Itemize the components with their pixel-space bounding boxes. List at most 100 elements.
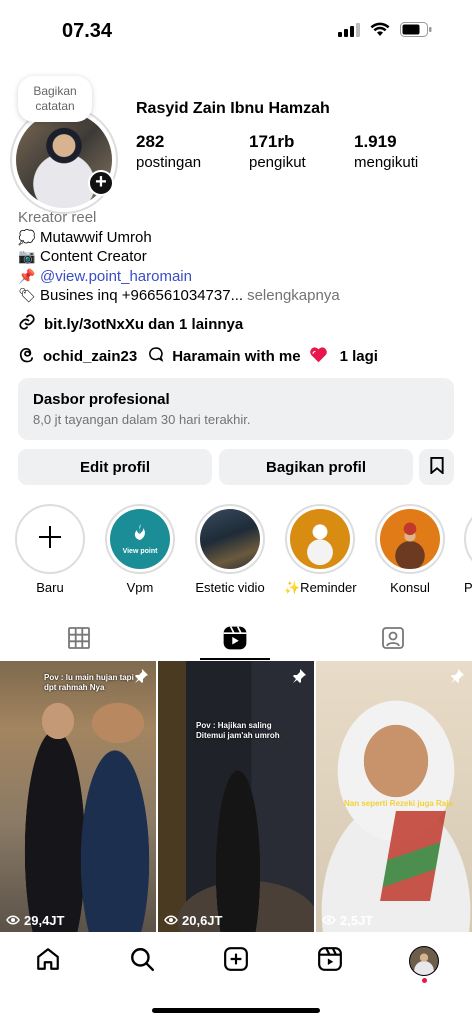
stat-label: postingan <box>136 154 202 171</box>
bio-line: 📌 @view.point_haromain <box>18 267 458 287</box>
heart-icon <box>309 346 328 367</box>
search-icon <box>129 946 155 977</box>
saved-button[interactable] <box>419 449 454 485</box>
highlight-ring: View point <box>105 504 175 574</box>
profile-name: Rasyid Zain Ibnu Hamzah <box>136 100 330 117</box>
nav-profile[interactable] <box>404 944 444 978</box>
highlight-label: ✨Reminder <box>284 580 357 595</box>
bio: Kreator reel 💭 Mutawwif Umroh 📷 Content … <box>18 208 458 306</box>
eye-icon <box>6 913 20 928</box>
post-caption: Nan seperti Rezeki juga Raja <box>344 799 453 808</box>
highlight-label: Baru <box>36 580 64 595</box>
external-link[interactable]: bit.ly/3otNxXu dan 1 lainnya <box>18 313 243 335</box>
pin-icon <box>134 669 148 688</box>
tagged-icon <box>381 626 405 655</box>
post-caption: Pov : lu main hujan tapi dpt rahmah Nya <box>44 673 134 692</box>
status-time: 07.34 <box>62 20 113 42</box>
highlight-label: Po <box>464 580 472 595</box>
bio-category: Kreator reel <box>18 209 97 226</box>
nav-search[interactable] <box>122 944 162 978</box>
profile-avatar[interactable] <box>10 106 118 214</box>
highlight-reminder[interactable]: ✨Reminder <box>284 504 357 596</box>
link-icon <box>18 313 36 335</box>
threads-icon <box>18 346 35 367</box>
bio-line: 📷 Content Creator <box>18 247 458 267</box>
highlight-ring <box>195 504 265 574</box>
highlight-konsul[interactable]: Konsul <box>374 504 446 595</box>
highlight-cover <box>290 509 350 569</box>
bio-text: Mutawwif Umroh <box>40 228 152 246</box>
nav-create[interactable] <box>216 944 256 978</box>
plus-icon <box>37 524 63 555</box>
post-caption: Pov : Hajikan saling Ditemui jam'ah umro… <box>196 721 280 740</box>
tab-grid[interactable] <box>44 622 114 658</box>
stat-value: 171rb <box>249 132 295 151</box>
highlight-label: Estetic vidio <box>195 580 265 595</box>
camera-icon: 📷 <box>18 248 36 264</box>
reels-icon <box>222 625 248 656</box>
highlight-vpm[interactable]: View point Vpm <box>104 504 176 595</box>
pushpin-icon: 📌 <box>18 267 36 284</box>
post-tile[interactable]: Nan seperti Rezeki juga Raja 2,5JT <box>316 661 472 932</box>
stat-value: 1.919 <box>354 132 397 151</box>
bio-text: Busines inq +966561034737... <box>40 287 244 304</box>
edit-profile-button[interactable]: Edit profil <box>18 449 212 485</box>
highlight-ring <box>375 504 445 574</box>
nav-home[interactable] <box>28 944 68 978</box>
eye-icon <box>164 913 178 928</box>
profile-avatar-small <box>409 946 439 976</box>
tab-tagged[interactable] <box>358 622 428 658</box>
view-count: 20,6JT <box>164 913 222 928</box>
link-text: bit.ly/3otNxXu dan 1 lainnya <box>44 315 244 333</box>
grid-icon <box>68 626 90 654</box>
pin-icon <box>450 669 464 688</box>
bio-line: 💭 Mutawwif Umroh <box>18 228 458 248</box>
stat-posts[interactable]: 282 postingan <box>136 132 201 171</box>
nav-reels[interactable] <box>310 944 350 978</box>
highlight-estetic[interactable]: Estetic vidio <box>194 504 266 595</box>
highlight-partial[interactable]: Po <box>464 504 472 595</box>
label-icon: 🏷 <box>18 287 36 303</box>
see-more-link[interactable]: selengkapnya <box>247 286 340 306</box>
professional-dashboard[interactable]: Dasbor profesional 8,0 jt tayangan dalam… <box>18 378 454 440</box>
tab-reels[interactable] <box>200 622 270 658</box>
highlight-label: Vpm <box>126 580 154 595</box>
create-icon <box>223 946 249 977</box>
threads-handle[interactable]: ochid_zain23 <box>43 348 137 365</box>
community-more[interactable]: 1 lagi <box>340 348 378 365</box>
view-count: 29,4JT <box>6 913 64 928</box>
bio-line: 🏷 Busines inq +966561034737... selengkap… <box>18 286 458 306</box>
post-tile[interactable]: Pov : Hajikan saling Ditemui jam'ah umro… <box>158 661 314 932</box>
highlight-cover: View point <box>110 509 170 569</box>
add-story-button[interactable]: + <box>88 170 114 196</box>
highlight-ring <box>15 504 85 574</box>
community-name[interactable]: Haramain with me <box>172 348 300 365</box>
cover-text: View point <box>122 548 158 555</box>
community-icon <box>147 346 164 367</box>
mention-link[interactable]: @view.point_haromain <box>40 267 192 287</box>
post-thumbnail <box>158 661 314 932</box>
bio-text: Content Creator <box>40 248 147 265</box>
highlight-label: Konsul <box>390 580 430 595</box>
home-indicator <box>152 1008 320 1013</box>
wifi-icon <box>370 22 390 42</box>
home-icon <box>35 946 61 977</box>
highlight-ring <box>464 504 472 574</box>
active-tab-indicator <box>200 658 270 660</box>
share-profile-button[interactable]: Bagikan profil <box>219 449 413 485</box>
stat-followers[interactable]: 171rb pengikut <box>249 132 306 171</box>
threads-row: ochid_zain23 Haramain with me 1 lagi <box>18 346 378 367</box>
note-bubble[interactable]: Bagikan catatan <box>18 76 92 122</box>
bookmark-icon <box>429 456 444 478</box>
highlight-cover <box>380 509 440 569</box>
notification-dot <box>422 978 427 983</box>
post-tile[interactable]: Pov : lu main hujan tapi dpt rahmah Nya … <box>0 661 156 932</box>
stat-value: 282 <box>136 132 165 151</box>
view-count-text: 2,5JT <box>340 913 374 928</box>
post-thumbnail <box>0 661 156 932</box>
dashboard-subtitle: 8,0 jt tayangan dalam 30 hari terakhir. <box>33 412 251 427</box>
signal-icon <box>338 22 360 42</box>
stat-following[interactable]: 1.919 mengikuti <box>354 132 418 171</box>
view-count-text: 20,6JT <box>182 913 223 928</box>
highlight-new[interactable]: Baru <box>14 504 86 595</box>
